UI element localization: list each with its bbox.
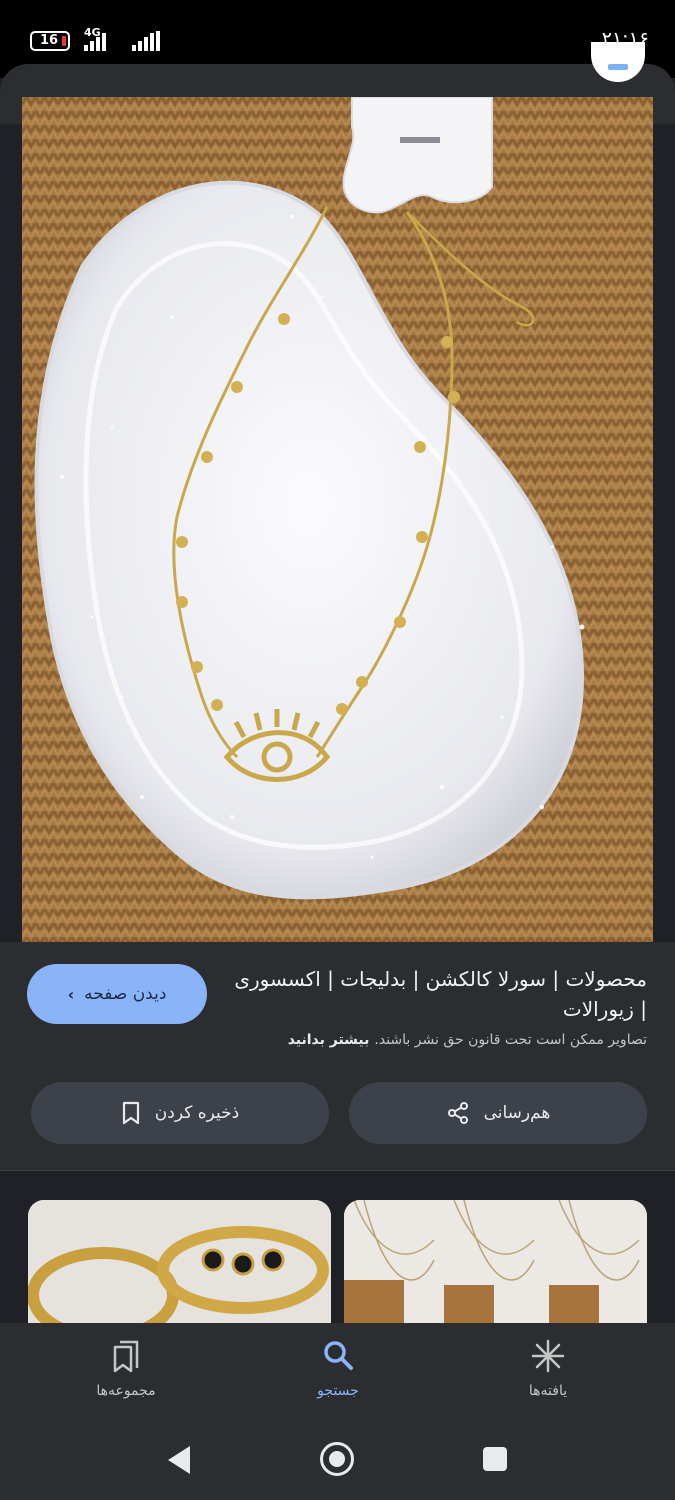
save-label: ذخیره کردن — [154, 1103, 240, 1123]
battery-icon: 16 — [30, 31, 70, 51]
nav-collections-label: مجموعه‌ها — [96, 1383, 156, 1399]
share-icon — [447, 1102, 468, 1124]
related-images — [0, 1171, 675, 1323]
image-info-panel: محصولات | سورلا کالکشن | بدلیجات | اکسسو… — [0, 942, 675, 1172]
battery-level: 16 — [40, 33, 59, 48]
nav-search[interactable]: جستجو — [268, 1339, 408, 1399]
card-tag-mark — [400, 137, 440, 143]
nav-collections[interactable]: مجموعه‌ها — [56, 1339, 196, 1399]
copyright-note: تصاویر ممکن است تحت قانون حق نشر باشند. … — [288, 1032, 647, 1048]
learn-more-link[interactable]: بیشتر بدانید — [288, 1032, 370, 1048]
system-nav-bar — [0, 1440, 675, 1480]
save-button[interactable]: ذخیره کردن — [31, 1082, 329, 1144]
share-label: هم‌رسانی — [483, 1103, 551, 1123]
chevron-left-icon: ‹ — [67, 984, 75, 1004]
visit-page-label: دیدن صفحه — [84, 984, 167, 1004]
collections-icon — [113, 1340, 139, 1373]
result-title[interactable]: محصولات | سورلا کالکشن | بدلیجات | اکسسو… — [227, 964, 647, 1024]
related-image-bracelets[interactable] — [28, 1200, 331, 1323]
card-tag — [342, 97, 493, 214]
search-icon — [324, 1341, 353, 1370]
nav-discover-label: یافته‌ها — [528, 1383, 568, 1399]
bookmark-icon — [122, 1101, 139, 1125]
recents-icon[interactable] — [483, 1447, 507, 1471]
signal-icon-1 — [84, 29, 106, 51]
main-image[interactable] — [22, 97, 653, 942]
nav-discover[interactable]: یافته‌ها — [478, 1339, 618, 1399]
back-icon[interactable] — [168, 1446, 190, 1474]
asterisk-icon — [531, 1339, 565, 1373]
home-icon[interactable] — [320, 1442, 354, 1476]
visit-page-button[interactable]: ‹ دیدن صفحه — [27, 964, 207, 1024]
related-image-necklaces[interactable] — [344, 1200, 647, 1323]
nav-search-label: جستجو — [317, 1383, 359, 1399]
signal-icon-2 — [132, 29, 160, 51]
copyright-text: تصاویر ممکن است تحت قانون حق نشر باشند. — [374, 1032, 647, 1048]
share-button[interactable]: هم‌رسانی — [349, 1082, 647, 1144]
